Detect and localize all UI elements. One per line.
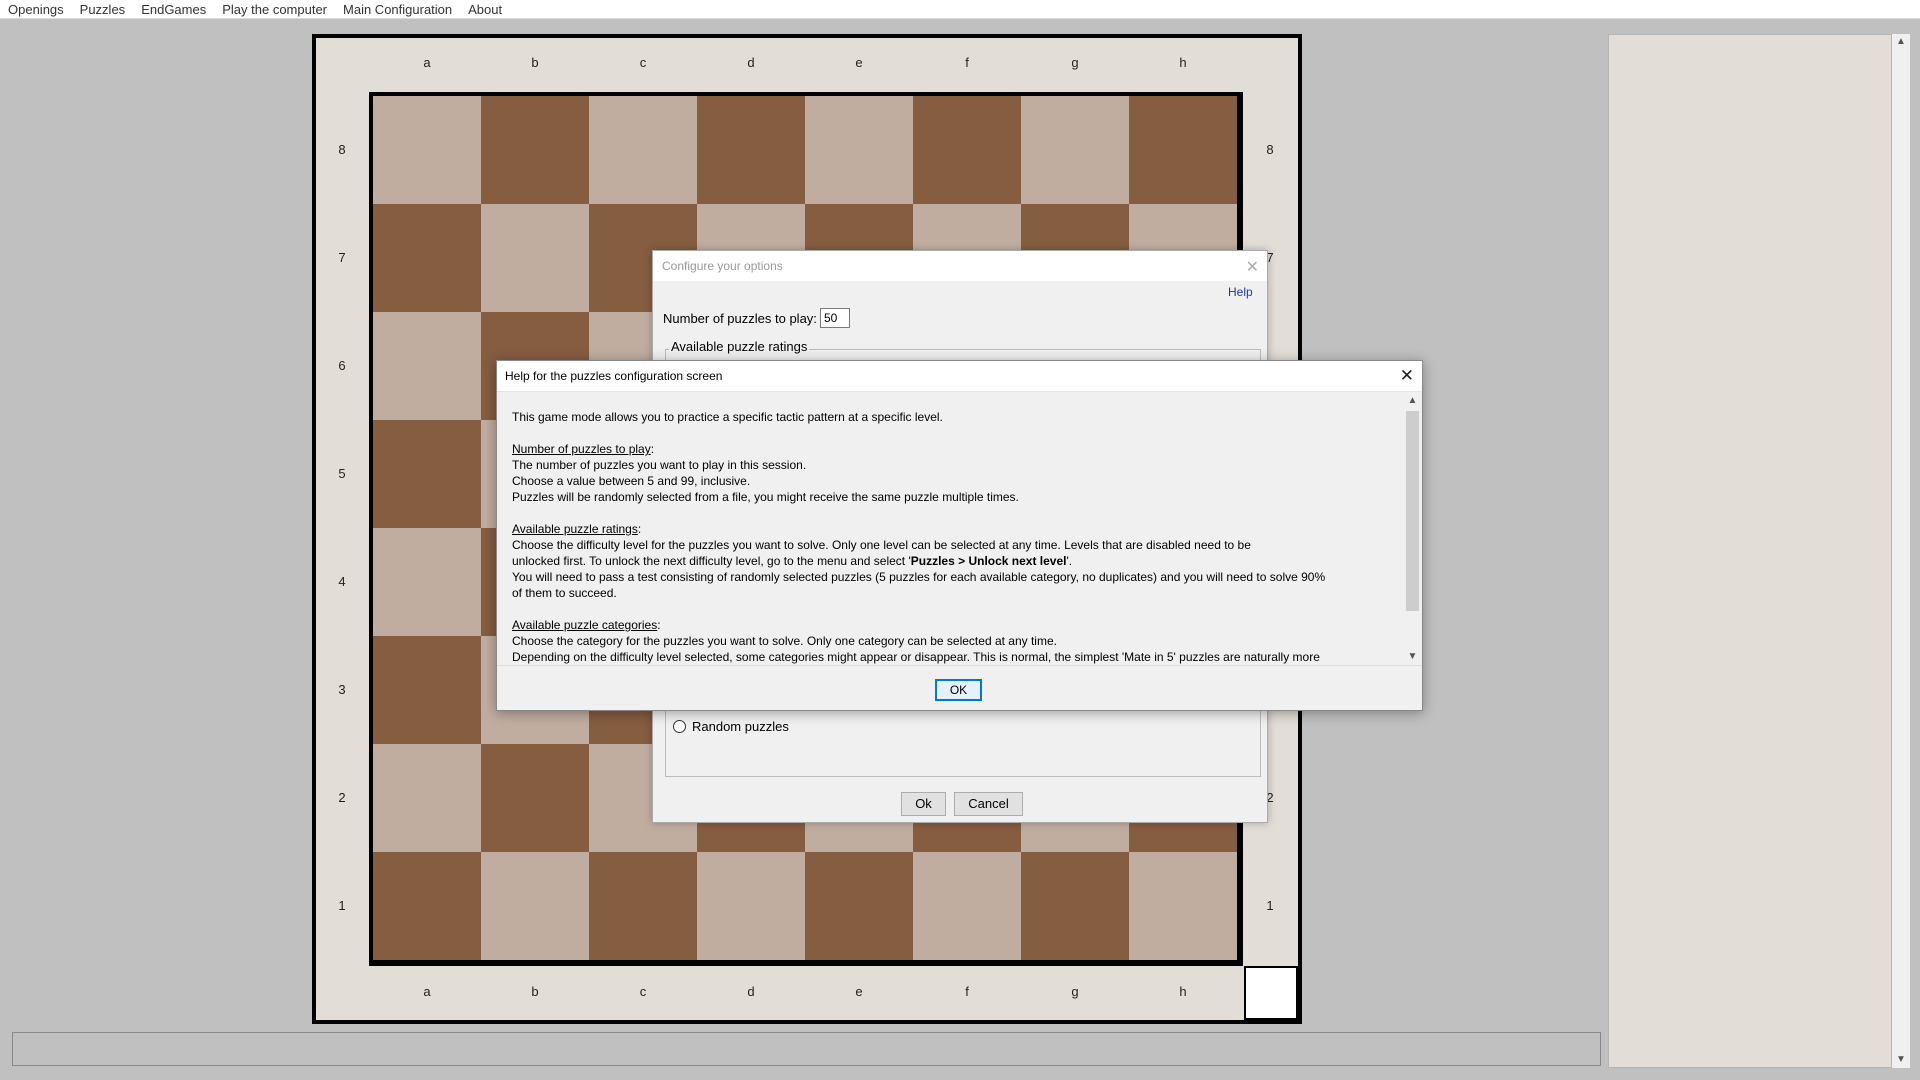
rank-label-8: 8 <box>338 142 346 157</box>
menu-path: Puzzles > Unlock next level <box>910 554 1067 568</box>
board-square-g1[interactable] <box>1021 852 1129 960</box>
scroll-down-icon[interactable]: ▼ <box>1404 649 1421 665</box>
board-square-a1[interactable] <box>373 852 481 960</box>
help-line: of them to succeed. <box>512 586 617 600</box>
file-label-f: f <box>965 55 969 70</box>
board-square-f1[interactable] <box>913 852 1021 960</box>
rank-label-2: 2 <box>338 790 346 805</box>
help-dialog-title: Help for the puzzles configuration scree… <box>497 361 1422 392</box>
cancel-button[interactable]: Cancel <box>954 792 1023 816</box>
board-square-a6[interactable] <box>373 312 481 420</box>
file-label-a: a <box>423 984 431 999</box>
file-label-d: d <box>747 984 755 999</box>
file-label-e: e <box>855 984 863 999</box>
section-heading: Number of puzzles to play <box>512 442 651 456</box>
file-label-e: e <box>855 55 863 70</box>
rank-label-8: 8 <box>1266 142 1274 157</box>
help-line: You will need to pass a test consisting … <box>512 570 1326 584</box>
board-square-a4[interactable] <box>373 528 481 636</box>
help-link[interactable]: Help <box>1228 285 1253 299</box>
help-text: This game mode allows you to practice a … <box>498 393 1406 665</box>
help-line: Choose the category for the puzzles you … <box>512 634 1057 648</box>
section-heading: Available puzzle categories <box>512 618 658 632</box>
rank-label-1: 1 <box>1266 898 1274 913</box>
board-square-a7[interactable] <box>373 204 481 312</box>
file-label-c: c <box>639 55 647 70</box>
menu-main-configuration[interactable]: Main Configuration <box>335 0 460 19</box>
board-square-a5[interactable] <box>373 420 481 528</box>
rank-label-5: 5 <box>338 466 346 481</box>
random-puzzles-option[interactable]: Random puzzles <box>673 719 789 734</box>
num-puzzles-input[interactable]: 50 <box>820 308 850 328</box>
board-square-d8[interactable] <box>697 96 805 204</box>
side-to-move-indicator <box>1244 966 1298 1020</box>
file-label-a: a <box>423 55 431 70</box>
rank-label-3: 3 <box>338 682 346 697</box>
num-puzzles-label: Number of puzzles to play: <box>663 311 817 326</box>
section-heading: Available puzzle ratings <box>512 522 638 536</box>
board-square-c1[interactable] <box>589 852 697 960</box>
file-label-h: h <box>1179 984 1187 999</box>
board-square-a3[interactable] <box>373 636 481 744</box>
help-line: Choose a value between 5 and 99, inclusi… <box>512 474 751 488</box>
file-label-b: b <box>531 55 539 70</box>
file-label-f: f <box>965 984 969 999</box>
board-square-f8[interactable] <box>913 96 1021 204</box>
board-square-g8[interactable] <box>1021 96 1129 204</box>
move-list-panel <box>1608 34 1892 1068</box>
help-line: Puzzles will be randomly selected from a… <box>512 490 1019 504</box>
board-square-d1[interactable] <box>697 852 805 960</box>
config-dialog-title: Configure your options <box>653 251 1267 281</box>
file-label-d: d <box>747 55 755 70</box>
board-square-c8[interactable] <box>589 96 697 204</box>
board-square-b8[interactable] <box>481 96 589 204</box>
close-icon[interactable]: ✕ <box>1246 257 1259 277</box>
menu-play-computer[interactable]: Play the computer <box>214 0 335 19</box>
help-scrollbar[interactable]: ▲ ▼ <box>1404 393 1421 665</box>
file-label-g: g <box>1071 984 1079 999</box>
random-puzzles-label: Random puzzles <box>692 719 789 734</box>
board-square-b2[interactable] <box>481 744 589 852</box>
board-square-h8[interactable] <box>1129 96 1237 204</box>
radio-button[interactable] <box>673 720 686 733</box>
ok-button[interactable]: Ok <box>901 792 946 816</box>
menu-bar: Openings Puzzles EndGames Play the compu… <box>0 0 1920 19</box>
help-line: The number of puzzles you want to play i… <box>512 458 807 472</box>
board-square-h1[interactable] <box>1129 852 1237 960</box>
menu-about[interactable]: About <box>460 0 510 19</box>
rank-label-7: 7 <box>338 250 346 265</box>
file-label-g: g <box>1071 55 1079 70</box>
help-line: Choose the difficulty level for the puzz… <box>512 538 1251 552</box>
rank-label-4: 4 <box>338 574 346 589</box>
board-square-e8[interactable] <box>805 96 913 204</box>
help-line: unlocked first. To unlock the next diffi… <box>512 554 1073 568</box>
rank-label-1: 1 <box>338 898 346 913</box>
menu-endgames[interactable]: EndGames <box>133 0 214 19</box>
help-ok-button[interactable]: OK <box>935 679 982 701</box>
board-square-a8[interactable] <box>373 96 481 204</box>
file-label-c: c <box>639 984 647 999</box>
rank-label-6: 6 <box>338 358 346 373</box>
board-square-b1[interactable] <box>481 852 589 960</box>
scrollbar-thumb[interactable] <box>1406 411 1419 611</box>
status-bar <box>12 1032 1601 1066</box>
move-list-scrollbar[interactable]: ▲ ▼ <box>1892 34 1910 1068</box>
menu-openings[interactable]: Openings <box>0 0 72 19</box>
help-line: Depending on the difficulty level select… <box>512 650 1320 664</box>
menu-puzzles[interactable]: Puzzles <box>72 0 134 19</box>
ratings-group-label: Available puzzle ratings <box>669 339 810 354</box>
file-label-h: h <box>1179 55 1187 70</box>
scroll-up-icon[interactable]: ▲ <box>1892 34 1910 50</box>
board-square-a2[interactable] <box>373 744 481 852</box>
scroll-down-icon[interactable]: ▼ <box>1892 1052 1910 1068</box>
file-label-b: b <box>531 984 539 999</box>
board-square-e1[interactable] <box>805 852 913 960</box>
board-square-b7[interactable] <box>481 204 589 312</box>
close-icon[interactable]: ✕ <box>1400 366 1414 386</box>
help-dialog: Help for the puzzles configuration scree… <box>496 360 1423 711</box>
help-intro: This game mode allows you to practice a … <box>512 410 943 424</box>
scroll-up-icon[interactable]: ▲ <box>1404 393 1421 409</box>
